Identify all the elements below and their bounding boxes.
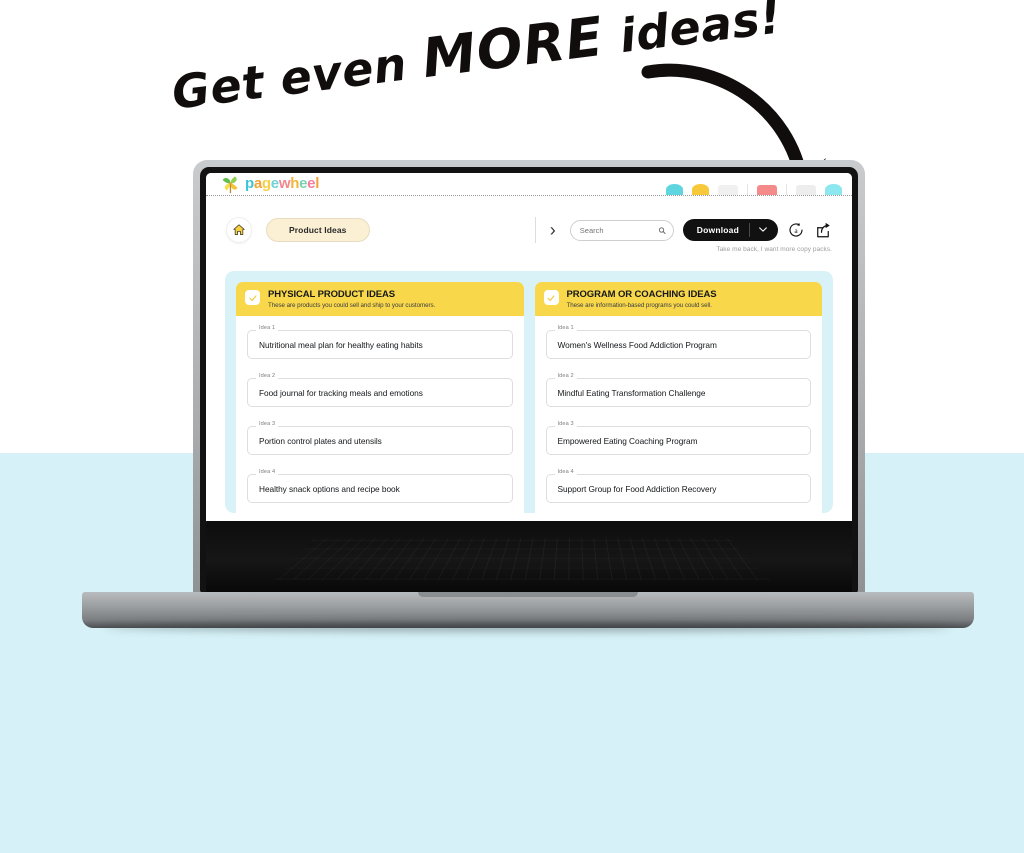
idea-field[interactable]: Idea 2 Food journal for tracking meals a… bbox=[247, 373, 513, 407]
idea-field[interactable]: Idea 4 Healthy snack options and recipe … bbox=[247, 469, 513, 503]
idea-value[interactable]: Mindful Eating Transformation Challenge bbox=[545, 378, 811, 407]
idea-label: Idea 3 bbox=[554, 421, 577, 427]
laptop-shadow bbox=[104, 622, 952, 632]
idea-label: Idea 2 bbox=[256, 373, 279, 379]
topbar-divider-1 bbox=[747, 184, 748, 195]
idea-label: Idea 4 bbox=[554, 469, 577, 475]
headline-text-more: MORE bbox=[418, 4, 608, 91]
chevron-down-glyph-icon bbox=[759, 227, 767, 232]
svg-text:a: a bbox=[794, 226, 798, 235]
idea-value[interactable]: Nutritional meal plan for healthy eating… bbox=[247, 330, 513, 359]
topbar-avatar-1[interactable] bbox=[666, 184, 683, 195]
idea-label: Idea 2 bbox=[554, 373, 577, 379]
header-actions: › Download bbox=[534, 217, 832, 243]
idea-label: Idea 1 bbox=[256, 325, 279, 331]
regenerate-a-glyph-icon: a bbox=[789, 222, 803, 237]
column-body: Idea 1 Nutritional meal plan for healthy… bbox=[236, 316, 524, 513]
ideas-column: PHYSICAL PRODUCT IDEAS These are product… bbox=[236, 282, 524, 513]
idea-label: Idea 4 bbox=[256, 469, 279, 475]
column-body: Idea 1 Women's Wellness Food Addiction P… bbox=[534, 316, 822, 513]
idea-value[interactable]: Support Group for Food Addiction Recover… bbox=[545, 474, 811, 503]
page-header: Product Ideas › Download bbox=[206, 196, 852, 253]
column-subtitle: These are information-based programs you… bbox=[566, 302, 712, 309]
brand-name: pagewheel bbox=[245, 174, 320, 192]
ideas-panel: PHYSICAL PRODUCT IDEAS These are product… bbox=[225, 271, 833, 513]
laptop-base-notch bbox=[418, 592, 638, 597]
search-field[interactable] bbox=[577, 224, 658, 236]
column-title: PROGRAM OR COACHING IDEAS bbox=[566, 289, 717, 300]
pinwheel-icon bbox=[222, 176, 238, 194]
download-button[interactable]: Download bbox=[682, 219, 778, 241]
search-icon bbox=[658, 226, 666, 234]
column-subtitle: These are products you could sell and sh… bbox=[268, 302, 436, 309]
home-glyph-icon bbox=[233, 224, 245, 236]
ideas-column: PROGRAM OR COACHING IDEAS These are info… bbox=[534, 282, 822, 513]
top-bar-icons bbox=[666, 184, 842, 195]
copy-packs-link[interactable]: Take me back, I want more copy packs. bbox=[716, 246, 832, 253]
check-glyph-icon bbox=[249, 294, 256, 301]
idea-field[interactable]: Idea 1 Nutritional meal plan for healthy… bbox=[247, 325, 513, 359]
topbar-divider-2 bbox=[786, 184, 787, 195]
home-icon[interactable] bbox=[226, 217, 252, 243]
idea-value[interactable]: Empowered Eating Coaching Program bbox=[545, 426, 811, 455]
column-header-text: PHYSICAL PRODUCT IDEAS These are product… bbox=[268, 289, 435, 309]
topbar-tile-2[interactable] bbox=[757, 185, 777, 195]
column-header: PHYSICAL PRODUCT IDEAS These are product… bbox=[236, 282, 524, 316]
laptop-mockup: pagewheel Product Ideas › Search Downloa… bbox=[82, 160, 974, 632]
check-glyph-icon bbox=[547, 294, 555, 301]
chevron-down-icon[interactable] bbox=[750, 226, 776, 234]
column-header: PROGRAM OR COACHING IDEAS These are info… bbox=[534, 282, 822, 316]
idea-value[interactable]: Portion control plates and utensils bbox=[247, 426, 513, 455]
share-export-glyph-icon bbox=[816, 222, 830, 238]
search-input[interactable] bbox=[569, 219, 674, 241]
laptop-bezel: pagewheel Product Ideas › Search Downloa… bbox=[200, 167, 858, 593]
idea-field[interactable]: Idea 3 Portion control plates and utensi… bbox=[247, 421, 513, 455]
breadcrumb[interactable]: Product Ideas bbox=[266, 218, 370, 242]
keyboard-reflection bbox=[206, 521, 852, 593]
idea-value[interactable]: Women's Wellness Food Addiction Program bbox=[545, 330, 811, 359]
topbar-tile-1[interactable] bbox=[718, 185, 738, 195]
idea-field[interactable]: Idea 4 Support Group for Food Addiction … bbox=[545, 469, 811, 503]
laptop-lid: pagewheel Product Ideas › Search Downloa… bbox=[193, 160, 865, 600]
share-export-icon[interactable] bbox=[813, 221, 832, 240]
topbar-avatar-2[interactable] bbox=[692, 184, 709, 195]
idea-label: Idea 1 bbox=[554, 325, 577, 331]
idea-value[interactable]: Food journal for tracking meals and emot… bbox=[247, 378, 513, 407]
checkbox-checked-icon[interactable] bbox=[543, 290, 559, 305]
idea-field[interactable]: Idea 1 Women's Wellness Food Addiction P… bbox=[545, 325, 811, 359]
topbar-tile-3[interactable] bbox=[796, 185, 816, 195]
column-title: PHYSICAL PRODUCT IDEAS bbox=[268, 289, 395, 300]
idea-value[interactable]: Healthy snack options and recipe book bbox=[247, 474, 513, 503]
checkbox-checked-icon[interactable] bbox=[245, 290, 260, 305]
app-top-bar: pagewheel bbox=[206, 173, 852, 196]
idea-label: Idea 3 bbox=[256, 421, 279, 427]
headline-text-part1: Get even bbox=[168, 34, 427, 120]
topbar-avatar-3[interactable] bbox=[825, 184, 842, 195]
column-header-text: PROGRAM OR COACHING IDEAS These are info… bbox=[567, 289, 717, 309]
regenerate-a-icon[interactable]: a bbox=[786, 221, 805, 240]
chevron-right-icon: › bbox=[534, 217, 556, 243]
idea-field[interactable]: Idea 3 Empowered Eating Coaching Program bbox=[545, 421, 811, 455]
pagewheel-logo[interactable]: pagewheel bbox=[206, 173, 319, 195]
download-button-label: Download bbox=[696, 225, 739, 235]
idea-field[interactable]: Idea 2 Mindful Eating Transformation Cha… bbox=[545, 373, 811, 407]
laptop-screen: pagewheel Product Ideas › Search Downloa… bbox=[206, 173, 852, 593]
